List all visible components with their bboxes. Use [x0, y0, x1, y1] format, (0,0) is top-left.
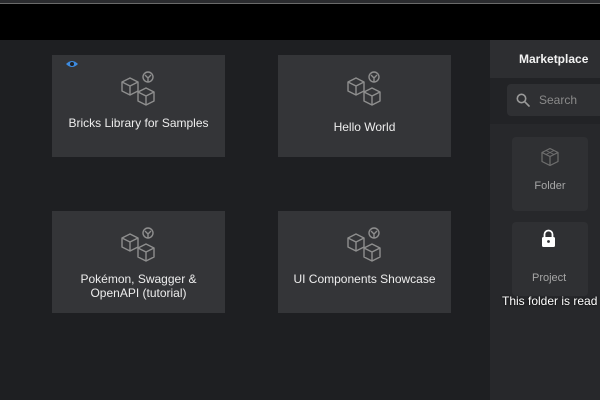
project-card-title: Hello World [333, 120, 396, 134]
project-card-title: Pokémon, Swagger & OpenAPI (tutorial) [80, 272, 197, 300]
cubes-icon [346, 227, 381, 262]
project-card-hello-world[interactable]: Hello World [278, 55, 451, 157]
search-input[interactable] [539, 93, 600, 107]
sidebar-title: Marketplace [490, 40, 600, 78]
project-card-title: Bricks Library for Samples [68, 116, 209, 130]
lock-icon [542, 229, 555, 247]
marketplace-sidebar: Marketplace Folder Project This folder i… [490, 40, 600, 400]
cube-icon [541, 147, 559, 167]
project-card-ui-components[interactable]: UI Components Showcase [278, 211, 451, 313]
search-icon [516, 93, 530, 107]
folder-tile-label: Folder [534, 180, 566, 192]
project-card-title: UI Components Showcase [293, 272, 436, 286]
cubes-icon [120, 227, 155, 262]
project-tile[interactable]: Project [512, 222, 588, 296]
cubes-icon [346, 71, 381, 106]
folder-tile[interactable]: Folder [512, 137, 588, 211]
project-card-bricks-library[interactable]: Bricks Library for Samples [52, 55, 225, 157]
eye-icon [66, 61, 78, 67]
top-bar [0, 4, 600, 40]
project-tile-label: Project [532, 272, 567, 284]
cubes-icon [120, 71, 155, 106]
project-card-pokemon-swagger[interactable]: Pokémon, Swagger & OpenAPI (tutorial) [52, 211, 225, 313]
projects-area: Bricks Library for Samples Hello World P… [0, 40, 490, 400]
search-box[interactable] [507, 84, 600, 116]
readonly-tooltip: This folder is read [502, 294, 598, 308]
